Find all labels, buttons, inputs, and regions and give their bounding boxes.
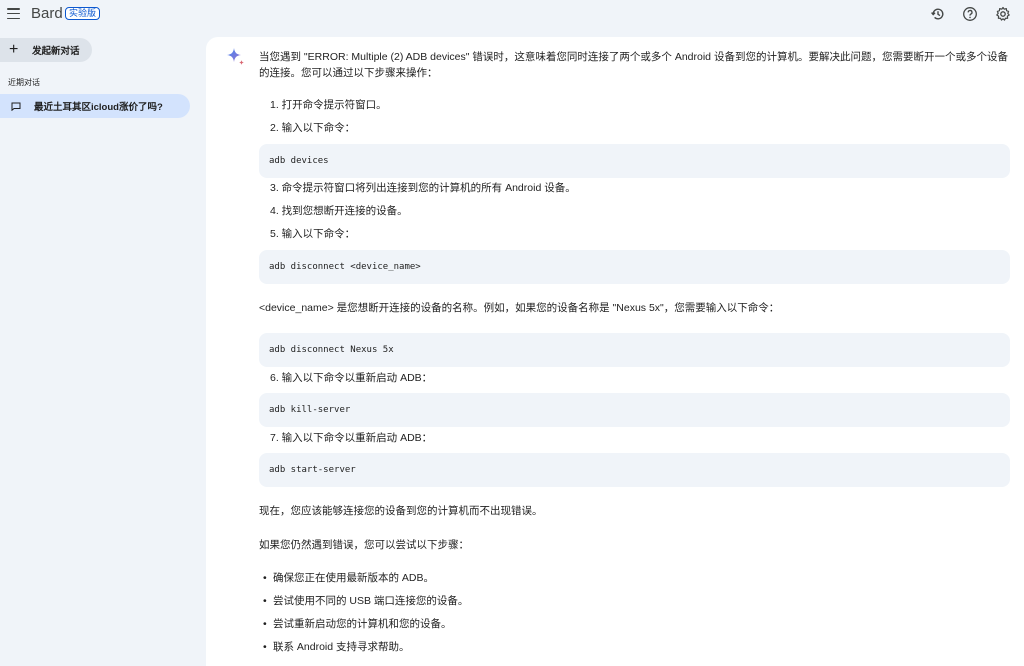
- chat-bubble-icon: [11, 102, 21, 111]
- if-error-paragraph: 如果您仍然遇到错误，您可以尝试以下步骤：: [259, 539, 469, 551]
- bullet-item: 确保您正在使用最新版本的 ADB。: [263, 570, 434, 586]
- plus-icon: +: [9, 41, 19, 58]
- sidebar: + 发起新对话 近期对话 最近土耳其区icloud涨价了吗?: [0, 30, 205, 666]
- step-3: 3. 命令提示符窗口将列出连接到您的计算机的所有 Android 设备。: [270, 182, 576, 194]
- settings-icon[interactable]: [995, 6, 1011, 22]
- experiment-badge: 实验版: [65, 7, 101, 20]
- history-icon[interactable]: [930, 6, 946, 22]
- response-panel: 当您遇到 "ERROR: Multiple (2) ADB devices" 错…: [206, 37, 1024, 666]
- recent-chats-heading: 近期对话: [8, 78, 40, 87]
- code-block-adb-kill-server[interactable]: adb kill-server: [259, 393, 1010, 427]
- menu-icon[interactable]: [7, 8, 20, 20]
- new-chat-button[interactable]: + 发起新对话: [0, 38, 92, 62]
- new-chat-label: 发起新对话: [32, 46, 80, 57]
- step-4: 4. 找到您想断开连接的设备。: [270, 205, 408, 217]
- intro-paragraph: 当您遇到 "ERROR: Multiple (2) ADB devices" 错…: [259, 51, 1008, 79]
- sidebar-item-label: 最近土耳其区icloud涨价了吗?: [34, 102, 163, 113]
- code-block-adb-start-server[interactable]: adb start-server: [259, 453, 1010, 487]
- code-block-adb-devices[interactable]: adb devices: [259, 144, 1010, 178]
- bullet-item: 尝试重新启动您的计算机和您的设备。: [263, 616, 451, 632]
- code-block-adb-disconnect-nexus[interactable]: adb disconnect Nexus 5x: [259, 333, 1010, 367]
- step-1: 1. 打开命令提示符窗口。: [270, 99, 387, 111]
- step-7: 7. 输入以下命令以重新启动 ADB：: [270, 432, 433, 444]
- step-2: 2. 输入以下命令：: [270, 122, 356, 134]
- now-paragraph: 现在，您应该能够连接您的设备到您的计算机而不出现错误。: [259, 505, 543, 517]
- sidebar-item-chat[interactable]: 最近土耳其区icloud涨价了吗?: [0, 94, 190, 118]
- bard-sparkle-icon: [226, 47, 246, 67]
- bullet-item: 尝试使用不同的 USB 端口连接您的设备。: [263, 593, 468, 609]
- device-name-paragraph: <device_name> 是您想断开连接的设备的名称。例如，如果您的设备名称是…: [259, 302, 780, 314]
- bullet-item: 联系 Android 支持寻求帮助。: [263, 639, 409, 655]
- app-title[interactable]: Bard: [31, 5, 63, 22]
- help-icon[interactable]: [962, 6, 978, 22]
- code-block-adb-disconnect[interactable]: adb disconnect <device_name>: [259, 250, 1010, 284]
- step-5: 5. 输入以下命令：: [270, 228, 356, 240]
- top-bar: Bard 实验版: [0, 0, 1024, 30]
- step-6: 6. 输入以下命令以重新启动 ADB：: [270, 372, 433, 384]
